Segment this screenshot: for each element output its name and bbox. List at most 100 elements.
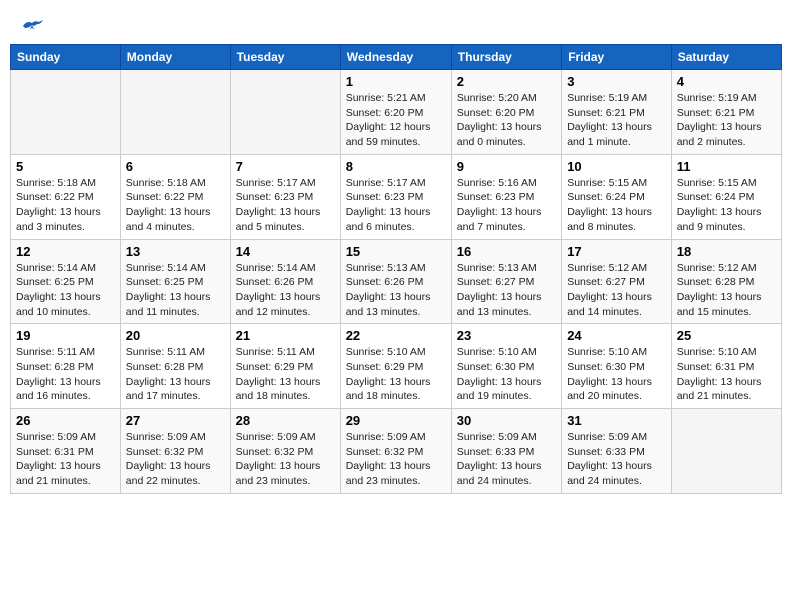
- calendar-cell: 18 Sunrise: 5:12 AMSunset: 6:28 PMDayligh…: [671, 239, 781, 324]
- day-number: 3: [567, 74, 666, 89]
- calendar-week-row: 26 Sunrise: 5:09 AMSunset: 6:31 PMDayligh…: [11, 409, 782, 494]
- calendar-cell: 4Sunrise: 5:19 AMSunset: 6:21 PMDaylight…: [671, 70, 781, 155]
- day-number: 23: [457, 328, 556, 343]
- logo: [20, 18, 44, 34]
- weekday-header-sunday: Sunday: [11, 45, 121, 70]
- calendar-cell: 10 Sunrise: 5:15 AMSunset: 6:24 PMDayligh…: [562, 154, 672, 239]
- calendar-cell: [11, 70, 121, 155]
- day-number: 18: [677, 244, 776, 259]
- day-number: 12: [16, 244, 115, 259]
- day-number: 7: [236, 159, 335, 174]
- day-number: 11: [677, 159, 776, 174]
- calendar-week-row: 19 Sunrise: 5:11 AMSunset: 6:28 PMDayligh…: [11, 324, 782, 409]
- day-info: Sunrise: 5:11 AMSunset: 6:28 PMDaylight:…: [16, 345, 115, 404]
- day-info: Sunrise: 5:14 AMSunset: 6:25 PMDaylight:…: [126, 261, 225, 320]
- day-info: Sunrise: 5:15 AMSunset: 6:24 PMDaylight:…: [677, 176, 776, 235]
- weekday-header-wednesday: Wednesday: [340, 45, 451, 70]
- day-info: Sunrise: 5:09 AMSunset: 6:33 PMDaylight:…: [457, 430, 556, 489]
- day-number: 20: [126, 328, 225, 343]
- calendar-cell: [230, 70, 340, 155]
- calendar-cell: 19 Sunrise: 5:11 AMSunset: 6:28 PMDayligh…: [11, 324, 121, 409]
- weekday-header-thursday: Thursday: [451, 45, 561, 70]
- calendar-cell: 22Sunrise: 5:10 AMSunset: 6:29 PMDayligh…: [340, 324, 451, 409]
- calendar-cell: 9 Sunrise: 5:16 AMSunset: 6:23 PMDaylight…: [451, 154, 561, 239]
- calendar-cell: 21 Sunrise: 5:11 AMSunset: 6:29 PMDayligh…: [230, 324, 340, 409]
- day-info: Sunrise: 5:11 AMSunset: 6:28 PMDaylight:…: [126, 345, 225, 404]
- calendar-cell: 8 Sunrise: 5:17 AMSunset: 6:23 PMDaylight…: [340, 154, 451, 239]
- calendar-week-row: 5Sunrise: 5:18 AMSunset: 6:22 PMDaylight…: [11, 154, 782, 239]
- calendar-cell: 13Sunrise: 5:14 AMSunset: 6:25 PMDayligh…: [120, 239, 230, 324]
- day-info: Sunrise: 5:10 AMSunset: 6:29 PMDaylight:…: [346, 345, 446, 404]
- calendar-cell: 11 Sunrise: 5:15 AMSunset: 6:24 PMDayligh…: [671, 154, 781, 239]
- calendar-cell: 23 Sunrise: 5:10 AMSunset: 6:30 PMDayligh…: [451, 324, 561, 409]
- day-number: 25: [677, 328, 776, 343]
- calendar-cell: 15 Sunrise: 5:13 AMSunset: 6:26 PMDayligh…: [340, 239, 451, 324]
- calendar-cell: 25Sunrise: 5:10 AMSunset: 6:31 PMDayligh…: [671, 324, 781, 409]
- calendar-cell: 24Sunrise: 5:10 AMSunset: 6:30 PMDayligh…: [562, 324, 672, 409]
- page-header: [10, 10, 782, 38]
- day-info: Sunrise: 5:09 AMSunset: 6:32 PMDaylight:…: [126, 430, 225, 489]
- weekday-header-row: SundayMondayTuesdayWednesdayThursdayFrid…: [11, 45, 782, 70]
- calendar-cell: 28 Sunrise: 5:09 AMSunset: 6:32 PMDayligh…: [230, 409, 340, 494]
- weekday-header-saturday: Saturday: [671, 45, 781, 70]
- calendar-cell: 17 Sunrise: 5:12 AMSunset: 6:27 PMDayligh…: [562, 239, 672, 324]
- day-info: Sunrise: 5:15 AMSunset: 6:24 PMDaylight:…: [567, 176, 666, 235]
- day-number: 31: [567, 413, 666, 428]
- logo-bird-icon: [21, 18, 43, 34]
- day-info: Sunrise: 5:21 AMSunset: 6:20 PMDaylight:…: [346, 91, 446, 150]
- day-info: Sunrise: 5:16 AMSunset: 6:23 PMDaylight:…: [457, 176, 556, 235]
- calendar-week-row: 12 Sunrise: 5:14 AMSunset: 6:25 PMDayligh…: [11, 239, 782, 324]
- day-number: 4: [677, 74, 776, 89]
- day-info: Sunrise: 5:10 AMSunset: 6:30 PMDaylight:…: [567, 345, 666, 404]
- day-number: 1: [346, 74, 446, 89]
- calendar-cell: 3Sunrise: 5:19 AMSunset: 6:21 PMDaylight…: [562, 70, 672, 155]
- day-number: 14: [236, 244, 335, 259]
- day-number: 17: [567, 244, 666, 259]
- calendar-cell: 1 Sunrise: 5:21 AMSunset: 6:20 PMDaylight…: [340, 70, 451, 155]
- calendar-cell: 31 Sunrise: 5:09 AMSunset: 6:33 PMDayligh…: [562, 409, 672, 494]
- day-info: Sunrise: 5:09 AMSunset: 6:31 PMDaylight:…: [16, 430, 115, 489]
- calendar-cell: 14 Sunrise: 5:14 AMSunset: 6:26 PMDayligh…: [230, 239, 340, 324]
- day-info: Sunrise: 5:10 AMSunset: 6:30 PMDaylight:…: [457, 345, 556, 404]
- day-info: Sunrise: 5:12 AMSunset: 6:27 PMDaylight:…: [567, 261, 666, 320]
- day-number: 8: [346, 159, 446, 174]
- day-info: Sunrise: 5:17 AMSunset: 6:23 PMDaylight:…: [346, 176, 446, 235]
- calendar-cell: 12 Sunrise: 5:14 AMSunset: 6:25 PMDayligh…: [11, 239, 121, 324]
- calendar-cell: [120, 70, 230, 155]
- calendar-cell: 7Sunrise: 5:17 AMSunset: 6:23 PMDaylight…: [230, 154, 340, 239]
- day-number: 15: [346, 244, 446, 259]
- day-info: Sunrise: 5:09 AMSunset: 6:32 PMDaylight:…: [236, 430, 335, 489]
- day-info: Sunrise: 5:18 AMSunset: 6:22 PMDaylight:…: [16, 176, 115, 235]
- calendar-cell: 26 Sunrise: 5:09 AMSunset: 6:31 PMDayligh…: [11, 409, 121, 494]
- calendar-week-row: 1 Sunrise: 5:21 AMSunset: 6:20 PMDaylight…: [11, 70, 782, 155]
- calendar-cell: 5Sunrise: 5:18 AMSunset: 6:22 PMDaylight…: [11, 154, 121, 239]
- calendar-table: SundayMondayTuesdayWednesdayThursdayFrid…: [10, 44, 782, 494]
- day-info: Sunrise: 5:14 AMSunset: 6:25 PMDaylight:…: [16, 261, 115, 320]
- day-info: Sunrise: 5:14 AMSunset: 6:26 PMDaylight:…: [236, 261, 335, 320]
- day-number: 21: [236, 328, 335, 343]
- day-number: 10: [567, 159, 666, 174]
- calendar-cell: 6 Sunrise: 5:18 AMSunset: 6:22 PMDaylight…: [120, 154, 230, 239]
- day-info: Sunrise: 5:11 AMSunset: 6:29 PMDaylight:…: [236, 345, 335, 404]
- calendar-cell: 27 Sunrise: 5:09 AMSunset: 6:32 PMDayligh…: [120, 409, 230, 494]
- weekday-header-friday: Friday: [562, 45, 672, 70]
- day-number: 6: [126, 159, 225, 174]
- calendar-cell: 20 Sunrise: 5:11 AMSunset: 6:28 PMDayligh…: [120, 324, 230, 409]
- day-number: 30: [457, 413, 556, 428]
- day-number: 9: [457, 159, 556, 174]
- day-number: 27: [126, 413, 225, 428]
- calendar-cell: [671, 409, 781, 494]
- day-info: Sunrise: 5:09 AMSunset: 6:33 PMDaylight:…: [567, 430, 666, 489]
- day-number: 19: [16, 328, 115, 343]
- day-info: Sunrise: 5:18 AMSunset: 6:22 PMDaylight:…: [126, 176, 225, 235]
- calendar-cell: 16Sunrise: 5:13 AMSunset: 6:27 PMDayligh…: [451, 239, 561, 324]
- day-number: 28: [236, 413, 335, 428]
- calendar-cell: 2Sunrise: 5:20 AMSunset: 6:20 PMDaylight…: [451, 70, 561, 155]
- day-info: Sunrise: 5:13 AMSunset: 6:26 PMDaylight:…: [346, 261, 446, 320]
- calendar-cell: 30 Sunrise: 5:09 AMSunset: 6:33 PMDayligh…: [451, 409, 561, 494]
- day-number: 26: [16, 413, 115, 428]
- weekday-header-tuesday: Tuesday: [230, 45, 340, 70]
- calendar-cell: 29Sunrise: 5:09 AMSunset: 6:32 PMDayligh…: [340, 409, 451, 494]
- weekday-header-monday: Monday: [120, 45, 230, 70]
- day-info: Sunrise: 5:12 AMSunset: 6:28 PMDaylight:…: [677, 261, 776, 320]
